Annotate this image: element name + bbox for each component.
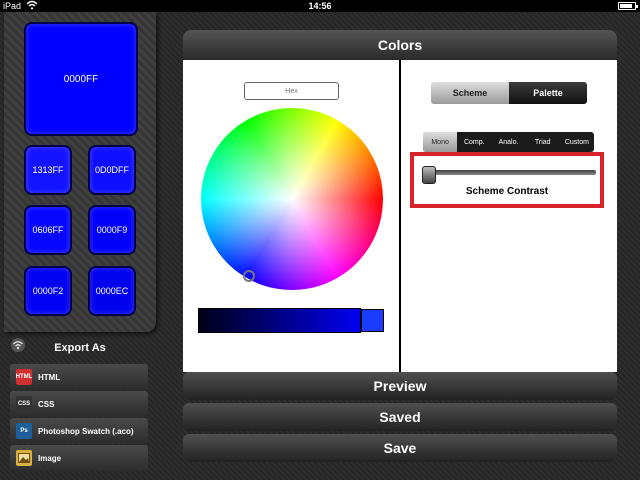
- contrast-slider-thumb[interactable]: [422, 166, 436, 184]
- html-icon: HTML: [16, 369, 32, 385]
- color-wheel-marker[interactable]: [243, 270, 255, 282]
- scheme-palette-toggle: Scheme Palette: [431, 82, 587, 104]
- contrast-label: Scheme Contrast: [465, 186, 549, 197]
- colors-header: Colors: [183, 30, 617, 60]
- swatch-hex: 0000EC: [95, 286, 129, 296]
- mode-mono[interactable]: Mono: [423, 132, 458, 152]
- mode-custom[interactable]: Custom: [560, 132, 594, 152]
- saved-button[interactable]: Saved: [183, 403, 617, 431]
- swatch-hex: 1313FF: [32, 165, 64, 175]
- swatch-item[interactable]: 0000F9: [88, 205, 136, 255]
- swatch-hex: 0000F2: [32, 286, 64, 296]
- color-editor: Scheme Palette Mono Comp. Analo. Triad C…: [183, 60, 617, 372]
- panel-divider: [399, 60, 401, 372]
- swatch-hex: 0000F9: [96, 225, 128, 235]
- contrast-highlight-box: Scheme Contrast: [410, 152, 604, 208]
- preview-button[interactable]: Preview: [183, 372, 617, 400]
- export-list: HTML HTML CSS CSS Ps Photoshop Swatch (.…: [10, 364, 148, 472]
- export-item-label: HTML: [38, 372, 61, 382]
- hex-input[interactable]: [244, 82, 339, 100]
- swatch-hex: 0606FF: [32, 225, 64, 235]
- export-html-button[interactable]: HTML HTML: [10, 364, 148, 390]
- swatch-item[interactable]: 0606FF: [24, 205, 72, 255]
- photoshop-icon: Ps: [16, 423, 32, 439]
- mode-analo[interactable]: Analo.: [491, 132, 525, 152]
- color-wheel[interactable]: [201, 108, 383, 290]
- main-swatch-hex: 0000FF: [63, 73, 99, 85]
- save-button[interactable]: Save: [183, 434, 617, 462]
- tab-palette[interactable]: Palette: [509, 82, 587, 104]
- status-time: 14:56: [308, 1, 332, 11]
- contrast-slider-track[interactable]: [424, 170, 596, 175]
- scheme-mode-selector: Mono Comp. Analo. Triad Custom: [423, 132, 594, 152]
- export-item-label: Photoshop Swatch (.aco): [38, 426, 134, 436]
- brightness-slider[interactable]: [198, 308, 361, 333]
- swatch-item[interactable]: 0D0DFF: [88, 145, 136, 195]
- export-title: Export As: [54, 342, 106, 354]
- current-color-preview: [361, 309, 384, 332]
- swatch-item[interactable]: 0000F2: [24, 266, 72, 316]
- export-item-label: Image: [38, 453, 62, 463]
- tab-scheme[interactable]: Scheme: [431, 82, 509, 104]
- export-image-button[interactable]: Image: [10, 445, 148, 471]
- mode-triad[interactable]: Triad: [526, 132, 560, 152]
- export-item-label: CSS: [38, 399, 55, 409]
- battery-icon: [618, 2, 638, 10]
- css-icon: CSS: [16, 396, 32, 412]
- status-bar: iPad 14:56: [0, 0, 640, 12]
- export-aco-button[interactable]: Ps Photoshop Swatch (.aco): [10, 418, 148, 444]
- swatch-panel: 0000FF 1313FF 0D0DFF 0606FF 0000F9 0000F…: [4, 12, 156, 332]
- image-icon: [16, 450, 32, 466]
- export-css-button[interactable]: CSS CSS: [10, 391, 148, 417]
- swatch-item[interactable]: 1313FF: [24, 145, 72, 195]
- main-color-swatch[interactable]: 0000FF: [24, 22, 138, 136]
- swatch-hex: 0D0DFF: [94, 165, 129, 175]
- swatch-item[interactable]: 0000EC: [88, 266, 136, 316]
- mode-comp[interactable]: Comp.: [457, 132, 491, 152]
